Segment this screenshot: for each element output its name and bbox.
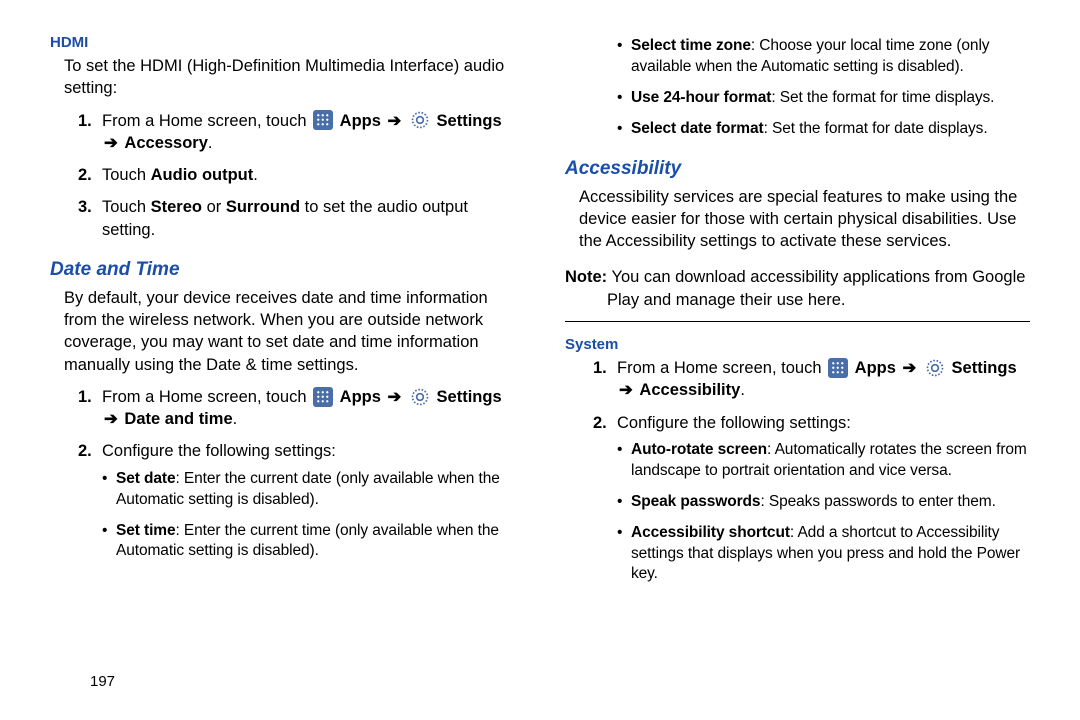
apps-label: Apps xyxy=(855,359,896,377)
audio-output-label: Audio output xyxy=(151,166,254,184)
step-text: From a Home screen, touch xyxy=(102,112,311,130)
apps-label: Apps xyxy=(340,112,381,130)
note-block: Note: You can download accessibility app… xyxy=(565,266,1030,322)
accessory-label: Accessory xyxy=(124,134,207,152)
bullet-date-format: Select date format: Set the format for d… xyxy=(617,119,1030,140)
accessibility-label: Accessibility xyxy=(639,381,740,399)
gear-icon xyxy=(410,387,430,407)
apps-icon xyxy=(828,358,848,378)
hdmi-intro: To set the HDMI (High-Definition Multime… xyxy=(64,55,515,100)
right-column: Select time zone: Choose your local time… xyxy=(565,30,1030,595)
note-label: Note: xyxy=(565,268,607,286)
bullet-set-time: Set time: Enter the current time (only a… xyxy=(102,521,515,563)
settings-label: Settings xyxy=(437,388,502,406)
arrow-icon: ➔ xyxy=(388,388,402,406)
dt-bullets: Set date: Enter the current date (only a… xyxy=(102,469,515,563)
date-time-label: Date and time xyxy=(124,410,232,428)
arrow-icon: ➔ xyxy=(388,112,402,130)
apps-label: Apps xyxy=(340,388,381,406)
gear-icon xyxy=(925,358,945,378)
step-text: From a Home screen, touch xyxy=(617,359,826,377)
step-text: Configure the following settings: xyxy=(102,442,336,460)
arrow-icon: ➔ xyxy=(104,410,118,428)
hdmi-step-2: 2. Touch Audio output. xyxy=(78,164,515,186)
settings-label: Settings xyxy=(952,359,1017,377)
date-time-intro: By default, your device receives date an… xyxy=(64,287,515,376)
hdmi-heading: HDMI xyxy=(50,34,515,51)
hdmi-step-3: 3. Touch Stereo or Surround to set the a… xyxy=(78,196,515,241)
hdmi-step-1: 1. From a Home screen, touch Apps ➔ Sett… xyxy=(78,110,515,155)
arrow-icon: ➔ xyxy=(104,134,118,152)
date-time-heading: Date and Time xyxy=(50,259,515,281)
manual-page: HDMI To set the HDMI (High-Definition Mu… xyxy=(50,30,1030,595)
hdmi-steps: 1. From a Home screen, touch Apps ➔ Sett… xyxy=(78,110,515,241)
dt-step-2: 2. Configure the following settings: Set… xyxy=(78,440,515,562)
apps-icon xyxy=(313,110,333,130)
date-time-steps: 1. From a Home screen, touch Apps ➔ Sett… xyxy=(78,386,515,562)
accessibility-intro: Accessibility services are special featu… xyxy=(579,186,1030,253)
gear-icon xyxy=(410,110,430,130)
apps-icon xyxy=(313,387,333,407)
step-text: From a Home screen, touch xyxy=(102,388,311,406)
dt-bullets-continued: Select time zone: Choose your local time… xyxy=(617,36,1030,140)
arrow-icon: ➔ xyxy=(619,381,633,399)
step-text: Touch xyxy=(102,198,151,216)
system-steps: 1. From a Home screen, touch Apps ➔ Sett… xyxy=(593,357,1030,585)
sys-step-1: 1. From a Home screen, touch Apps ➔ Sett… xyxy=(593,357,1030,402)
bullet-auto-rotate: Auto-rotate screen: Automatically rotate… xyxy=(617,440,1030,482)
step-text: Touch xyxy=(102,166,151,184)
left-column: HDMI To set the HDMI (High-Definition Mu… xyxy=(50,30,515,595)
arrow-icon: ➔ xyxy=(903,359,917,377)
system-heading: System xyxy=(565,336,1030,353)
dt-step-1: 1. From a Home screen, touch Apps ➔ Sett… xyxy=(78,386,515,431)
bullet-accessibility-shortcut: Accessibility shortcut: Add a shortcut t… xyxy=(617,523,1030,586)
sys-step-2: 2. Configure the following settings: Aut… xyxy=(593,412,1030,586)
accessibility-heading: Accessibility xyxy=(565,158,1030,180)
system-bullets: Auto-rotate screen: Automatically rotate… xyxy=(617,440,1030,586)
settings-label: Settings xyxy=(437,112,502,130)
page-number: 197 xyxy=(90,673,115,690)
bullet-set-date: Set date: Enter the current date (only a… xyxy=(102,469,515,511)
note-text: You can download accessibility applicati… xyxy=(607,268,1025,308)
bullet-speak-passwords: Speak passwords: Speaks passwords to ent… xyxy=(617,492,1030,513)
step-text: Configure the following settings: xyxy=(617,414,851,432)
bullet-time-zone: Select time zone: Choose your local time… xyxy=(617,36,1030,78)
bullet-24-hour: Use 24-hour format: Set the format for t… xyxy=(617,88,1030,109)
